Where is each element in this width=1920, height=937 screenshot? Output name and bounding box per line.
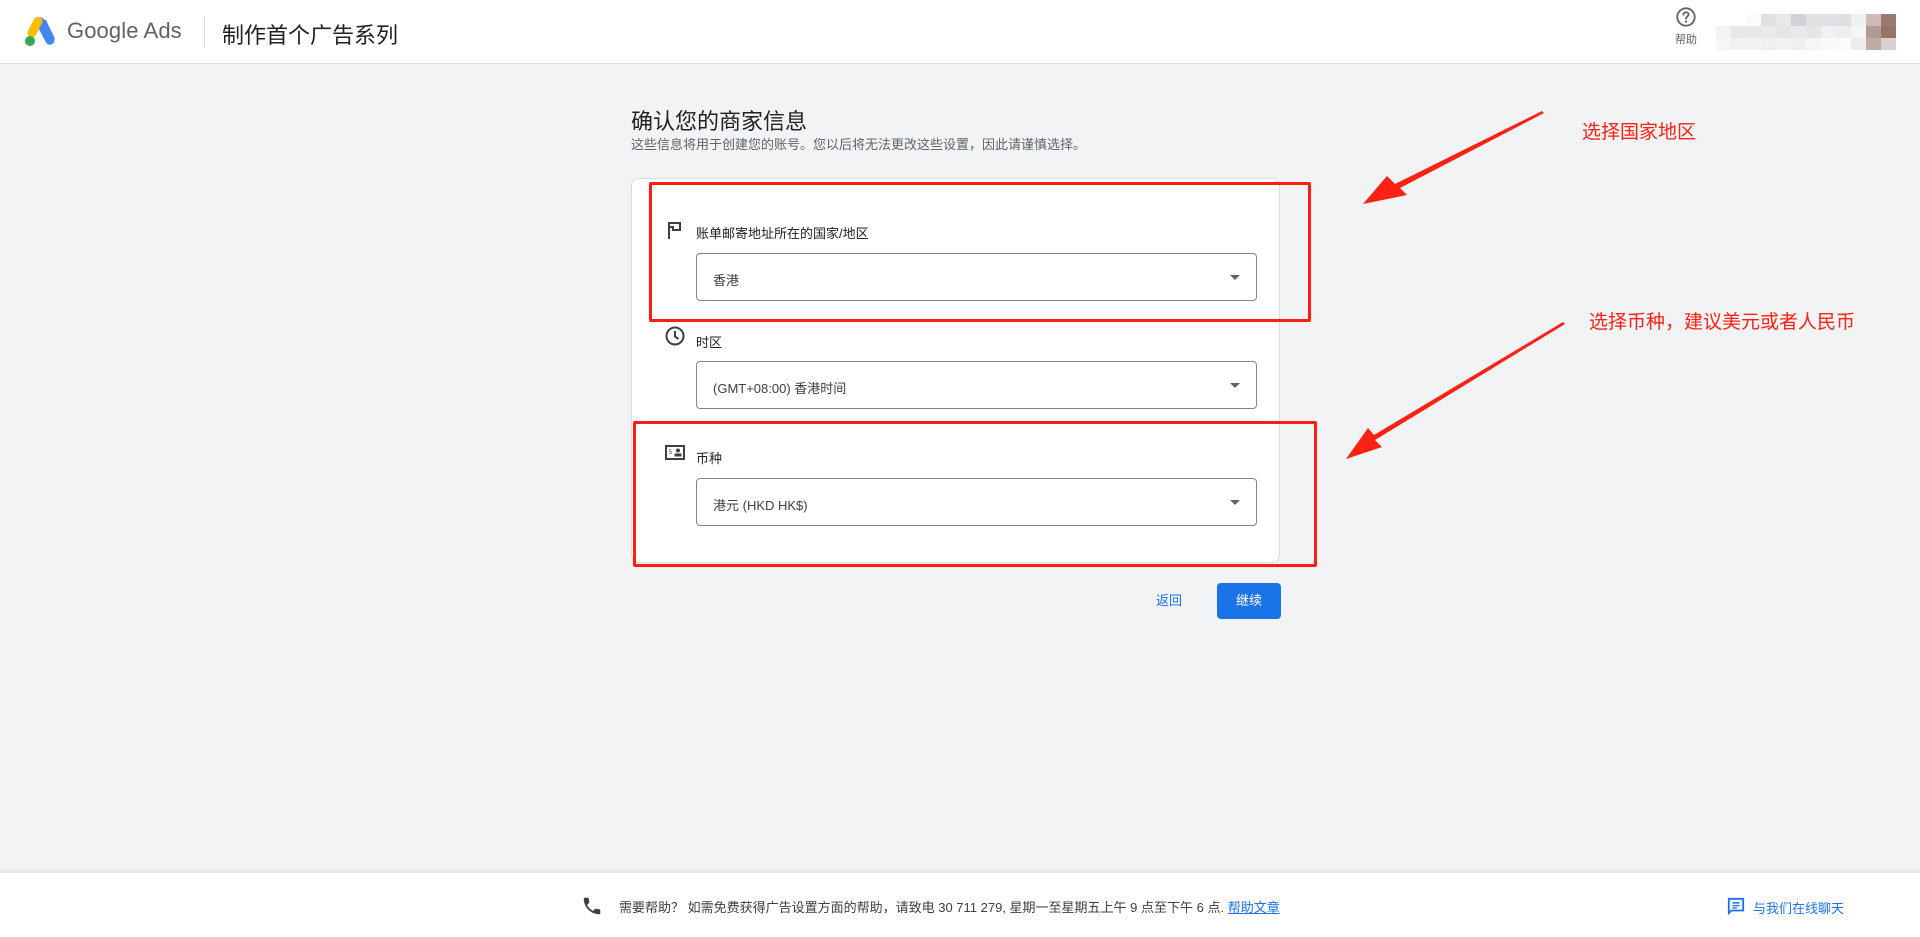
chat-icon xyxy=(1727,897,1745,915)
chevron-down-icon xyxy=(1230,500,1240,505)
timezone-select[interactable]: (GMT+08:00) 香港时间 xyxy=(696,361,1257,409)
section-subtitle: 这些信息将用于创建您的账号。您以后将无法更改这些设置，因此请谨慎选择。 xyxy=(631,137,1087,152)
top-app-bar: Google Ads 制作首个广告系列 帮助 xyxy=(0,0,1920,64)
google-ads-logo-icon[interactable] xyxy=(24,17,56,47)
back-button[interactable]: 返回 xyxy=(1144,583,1194,619)
phone-icon xyxy=(583,897,601,915)
business-info-card: 账单邮寄地址所在的国家/地区 香港 时区 (GMT+08:00) 香港时间 5 … xyxy=(631,178,1280,563)
currency-value: 港元 (HKD HK$) xyxy=(713,498,808,513)
country-value: 香港 xyxy=(713,273,740,288)
footer-help-message: 需要帮助？ 如需免费获得广告设置方面的帮助，请致电 30 711 279, 星期… xyxy=(619,900,1228,915)
section-heading: 确认您的商家信息 xyxy=(631,109,808,134)
chevron-down-icon xyxy=(1230,275,1240,280)
clock-icon xyxy=(665,326,685,346)
annotation-country-note: 选择国家地区 xyxy=(1582,122,1697,143)
chat-label: 与我们在线聊天 xyxy=(1753,901,1845,916)
annotation-arrow-country xyxy=(1363,111,1544,204)
brand-name: Google Ads xyxy=(67,18,182,43)
chevron-down-icon xyxy=(1230,383,1240,388)
help-label: 帮助 xyxy=(1675,34,1697,46)
help-footer: 需要帮助？ 如需免费获得广告设置方面的帮助，请致电 30 711 279, 星期… xyxy=(0,873,1920,937)
currency-select[interactable]: 港元 (HKD HK$) xyxy=(696,478,1257,526)
annotation-currency-note: 选择币种，建议美元或者人民币 xyxy=(1589,312,1856,333)
timezone-label: 时区 xyxy=(696,335,723,350)
account-avatar-blurred[interactable] xyxy=(1716,14,1896,54)
svg-text:5: 5 xyxy=(669,449,673,456)
currency-icon: 5 xyxy=(665,445,685,460)
help-articles-link[interactable]: 帮助文章 xyxy=(1228,900,1280,915)
currency-label: 币种 xyxy=(696,451,723,466)
header-divider xyxy=(204,16,205,48)
country-label: 账单邮寄地址所在的国家/地区 xyxy=(696,226,869,241)
annotation-arrow-currency xyxy=(1346,322,1565,459)
timezone-value: (GMT+08:00) 香港时间 xyxy=(713,381,847,396)
help-circle-icon xyxy=(1676,7,1696,27)
flag-icon xyxy=(668,222,681,239)
page-title: 制作首个广告系列 xyxy=(222,23,399,48)
help-button[interactable]: 帮助 xyxy=(1668,6,1704,52)
footer-help-text: 需要帮助？ 如需免费获得广告设置方面的帮助，请致电 30 711 279, 星期… xyxy=(619,897,1280,916)
country-select[interactable]: 香港 xyxy=(696,253,1257,301)
continue-button[interactable]: 继续 xyxy=(1217,583,1281,619)
